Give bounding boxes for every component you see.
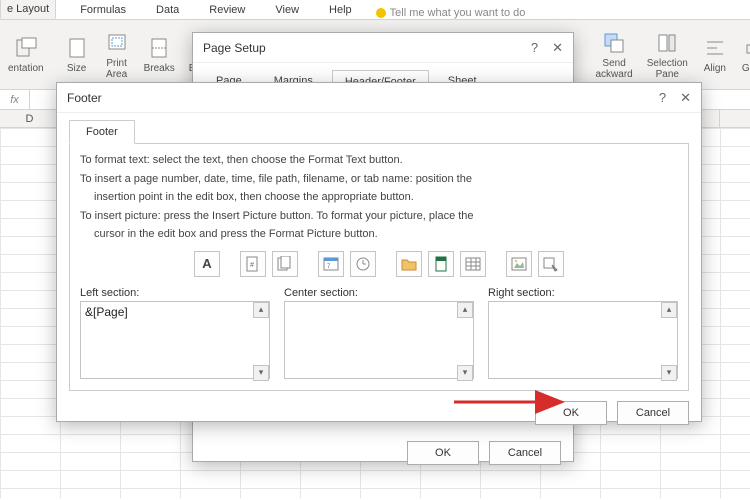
ribbon-tab-help[interactable]: Help <box>323 1 358 19</box>
ribbon-tab-view[interactable]: View <box>269 1 305 19</box>
scroll-down-icon[interactable]: ▾ <box>253 365 269 381</box>
svg-text:#: # <box>250 262 254 269</box>
orientation-icon <box>13 35 39 61</box>
ribbon-size[interactable]: Size <box>60 33 94 76</box>
scroll-down-icon[interactable]: ▾ <box>457 365 473 381</box>
ribbon-print-area[interactable]: Print Area <box>100 28 134 82</box>
pagesetup-ok-button[interactable]: OK <box>407 441 479 465</box>
pagesetup-cancel-button[interactable]: Cancel <box>489 441 561 465</box>
close-icon[interactable]: ✕ <box>680 90 691 106</box>
print-area-label: Print Area <box>106 58 127 80</box>
ribbon-breaks[interactable]: Breaks <box>140 33 179 76</box>
ribbon-send-backward[interactable]: Send ackward <box>591 28 636 82</box>
close-icon[interactable]: ✕ <box>552 40 563 56</box>
center-section-input[interactable] <box>284 301 474 379</box>
tell-me-search[interactable]: Tell me what you want to do <box>376 7 526 19</box>
size-icon <box>64 35 90 61</box>
footer-help-text: To format text: select the text, then ch… <box>80 152 678 243</box>
left-section-label: Left section: <box>80 287 270 299</box>
bulb-icon <box>376 8 386 18</box>
ribbon-selection-pane[interactable]: Selection Pane <box>643 28 692 82</box>
scroll-up-icon[interactable]: ▴ <box>457 302 473 318</box>
insert-date-button[interactable]: 7 <box>318 251 344 277</box>
center-section-label: Center section: <box>284 287 474 299</box>
footer-cancel-button[interactable]: Cancel <box>617 401 689 425</box>
align-label: Align <box>704 63 726 74</box>
footer-sections: Left section: ▴ ▾ Center section: ▴ ▾ <box>80 287 678 382</box>
insert-page-number-button[interactable]: # <box>240 251 266 277</box>
ribbon-tab-review[interactable]: Review <box>203 1 251 19</box>
footer-dialog-title: Footer <box>67 91 102 105</box>
insert-picture-button[interactable] <box>506 251 532 277</box>
align-icon <box>702 35 728 61</box>
right-section-input[interactable] <box>488 301 678 379</box>
selection-pane-label: Selection Pane <box>647 58 688 80</box>
ribbon-orientation[interactable]: entation <box>4 33 48 76</box>
format-picture-button[interactable] <box>538 251 564 277</box>
footer-dialog-buttons: OK Cancel <box>57 391 701 435</box>
group-label: Group <box>742 63 750 74</box>
breaks-label: Breaks <box>144 63 175 74</box>
footer-toolbar: A # 7 <box>80 251 678 277</box>
selection-pane-icon <box>654 30 680 56</box>
format-text-button[interactable]: A <box>194 251 220 277</box>
page-setup-titlebar[interactable]: Page Setup ? ✕ <box>193 33 573 63</box>
send-backward-label: Send ackward <box>595 58 632 80</box>
page-setup-title: Page Setup <box>203 41 266 55</box>
size-label: Size <box>67 63 86 74</box>
footer-inner-tab[interactable]: Footer <box>69 120 135 144</box>
fx-icon[interactable]: fx <box>0 90 30 109</box>
help-button[interactable]: ? <box>531 40 538 56</box>
ribbon-tab-formulas[interactable]: Formulas <box>74 1 132 19</box>
left-section-input[interactable] <box>80 301 270 379</box>
insert-file-name-button[interactable] <box>428 251 454 277</box>
insert-file-path-button[interactable] <box>396 251 422 277</box>
ribbon-group-btn[interactable]: Group <box>738 33 750 76</box>
ribbon-align[interactable]: Align <box>698 33 732 76</box>
col-hdr[interactable]: D <box>0 110 60 127</box>
insert-time-button[interactable] <box>350 251 376 277</box>
footer-dialog: Footer ? ✕ Footer To format text: select… <box>56 82 702 422</box>
breaks-icon <box>146 35 172 61</box>
group-icon <box>743 35 750 61</box>
insert-number-of-pages-button[interactable] <box>272 251 298 277</box>
page-setup-buttons: OK Cancel <box>193 431 573 475</box>
help-button[interactable]: ? <box>659 90 666 106</box>
insert-sheet-name-button[interactable] <box>460 251 486 277</box>
print-area-icon <box>104 30 130 56</box>
right-section-label: Right section: <box>488 287 678 299</box>
scroll-up-icon[interactable]: ▴ <box>661 302 677 318</box>
send-backward-icon <box>601 30 627 56</box>
scroll-up-icon[interactable]: ▴ <box>253 302 269 318</box>
orientation-label: entation <box>8 63 44 74</box>
ribbon-tab-strip: e Layout Formulas Data Review View Help … <box>0 0 750 20</box>
ribbon-tab-data[interactable]: Data <box>150 1 185 19</box>
footer-dialog-titlebar[interactable]: Footer ? ✕ <box>57 83 701 113</box>
ribbon-tab-layout[interactable]: e Layout <box>0 0 56 19</box>
scroll-down-icon[interactable]: ▾ <box>661 365 677 381</box>
footer-ok-button[interactable]: OK <box>535 401 607 425</box>
